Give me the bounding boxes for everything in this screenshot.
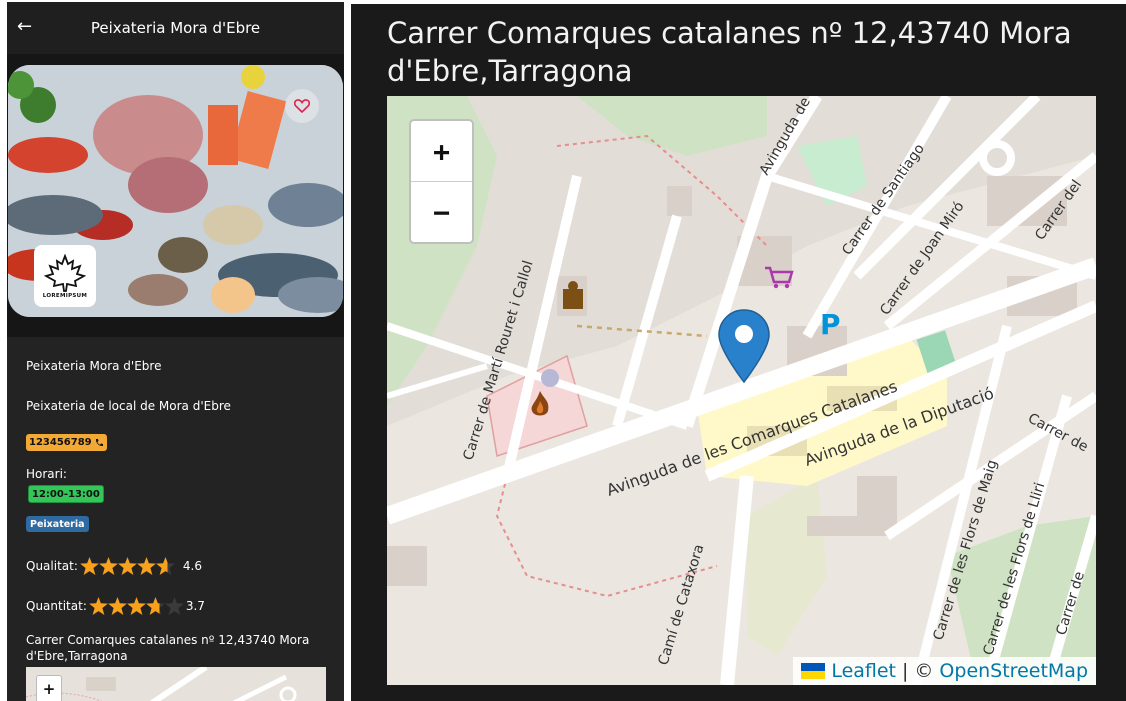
mini-zoom-in-button[interactable]: + — [36, 675, 62, 701]
zoom-out-button[interactable]: − — [411, 182, 472, 242]
star-icon — [117, 557, 137, 575]
star-icon — [126, 597, 146, 615]
favorite-button[interactable] — [285, 89, 319, 123]
mobile-detail-panel: ← Peixateria Mora d'Ebre LOREMIPSUM Peix… — [7, 2, 344, 701]
star-rating-quantity — [88, 597, 184, 615]
star-icon — [136, 557, 156, 575]
star-rating-quality — [79, 557, 175, 575]
star-icon — [88, 597, 108, 615]
leaflet-link[interactable]: Leaflet — [831, 660, 896, 682]
hours-label: Horari: — [26, 467, 67, 481]
rating-label: Qualitat: — [26, 559, 78, 573]
store-name: Peixateria Mora d'Ebre — [26, 359, 162, 373]
rating-value: 4.6 — [182, 559, 202, 573]
openstreetmap-link[interactable]: OpenStreetMap — [939, 660, 1088, 682]
store-info-card: Peixateria Mora d'Ebre Peixateria de loc… — [7, 337, 344, 701]
hero-image: LOREMIPSUM — [8, 65, 343, 317]
zoom-in-button[interactable]: + — [411, 121, 472, 182]
mini-map[interactable]: + — [26, 667, 326, 701]
store-description: Peixateria de local de Mora d'Ebre — [26, 399, 231, 413]
attribution-separator: | — [902, 660, 909, 682]
map-panel: Carrer Comarques catalanes nº 12,43740 M… — [351, 4, 1126, 701]
parking-label: P — [820, 308, 841, 341]
ukraine-flag-icon — [801, 663, 826, 679]
maple-leaf-logo-icon — [44, 253, 86, 292]
address-title: Carrer Comarques catalanes nº 12,43740 M… — [387, 16, 1072, 88]
phone-icon — [95, 438, 103, 446]
category-badge: Peixateria — [26, 516, 89, 532]
star-icon — [145, 597, 165, 615]
store-logo: LOREMIPSUM — [34, 245, 96, 307]
heart-outline-icon — [294, 99, 310, 113]
store-address: Carrer Comarques catalanes nº 12,43740 M… — [26, 633, 310, 663]
star-icon — [98, 557, 118, 575]
rating-quantity: Quantitat: 3.7 — [26, 597, 205, 615]
rating-quality: Qualitat: 4.6 — [26, 557, 202, 575]
star-icon — [164, 597, 184, 615]
star-icon — [107, 597, 127, 615]
app-title: Peixateria Mora d'Ebre — [90, 19, 261, 37]
copyright-symbol: © — [914, 660, 934, 682]
logo-text: LOREMIPSUM — [42, 292, 88, 299]
star-icon — [155, 557, 175, 575]
phone-badge[interactable]: 123456789 — [26, 434, 107, 451]
rating-label: Quantitat: — [26, 599, 87, 613]
phone-number: 123456789 — [29, 437, 92, 448]
map-view[interactable]: P Avinguda de les Comarques Catalanes Av… — [387, 96, 1096, 685]
mini-map-tiles — [26, 667, 326, 701]
map-tiles: P Avinguda de les Comarques Catalanes Av… — [387, 96, 1096, 685]
app-bar: ← Peixateria Mora d'Ebre — [7, 2, 344, 54]
star-icon — [79, 557, 99, 575]
map-attribution: Leaflet | © OpenStreetMap — [793, 657, 1096, 685]
hours-badge: 12:00-13:00 — [28, 485, 104, 503]
zoom-control: + − — [409, 119, 474, 244]
rating-value: 3.7 — [185, 599, 205, 613]
